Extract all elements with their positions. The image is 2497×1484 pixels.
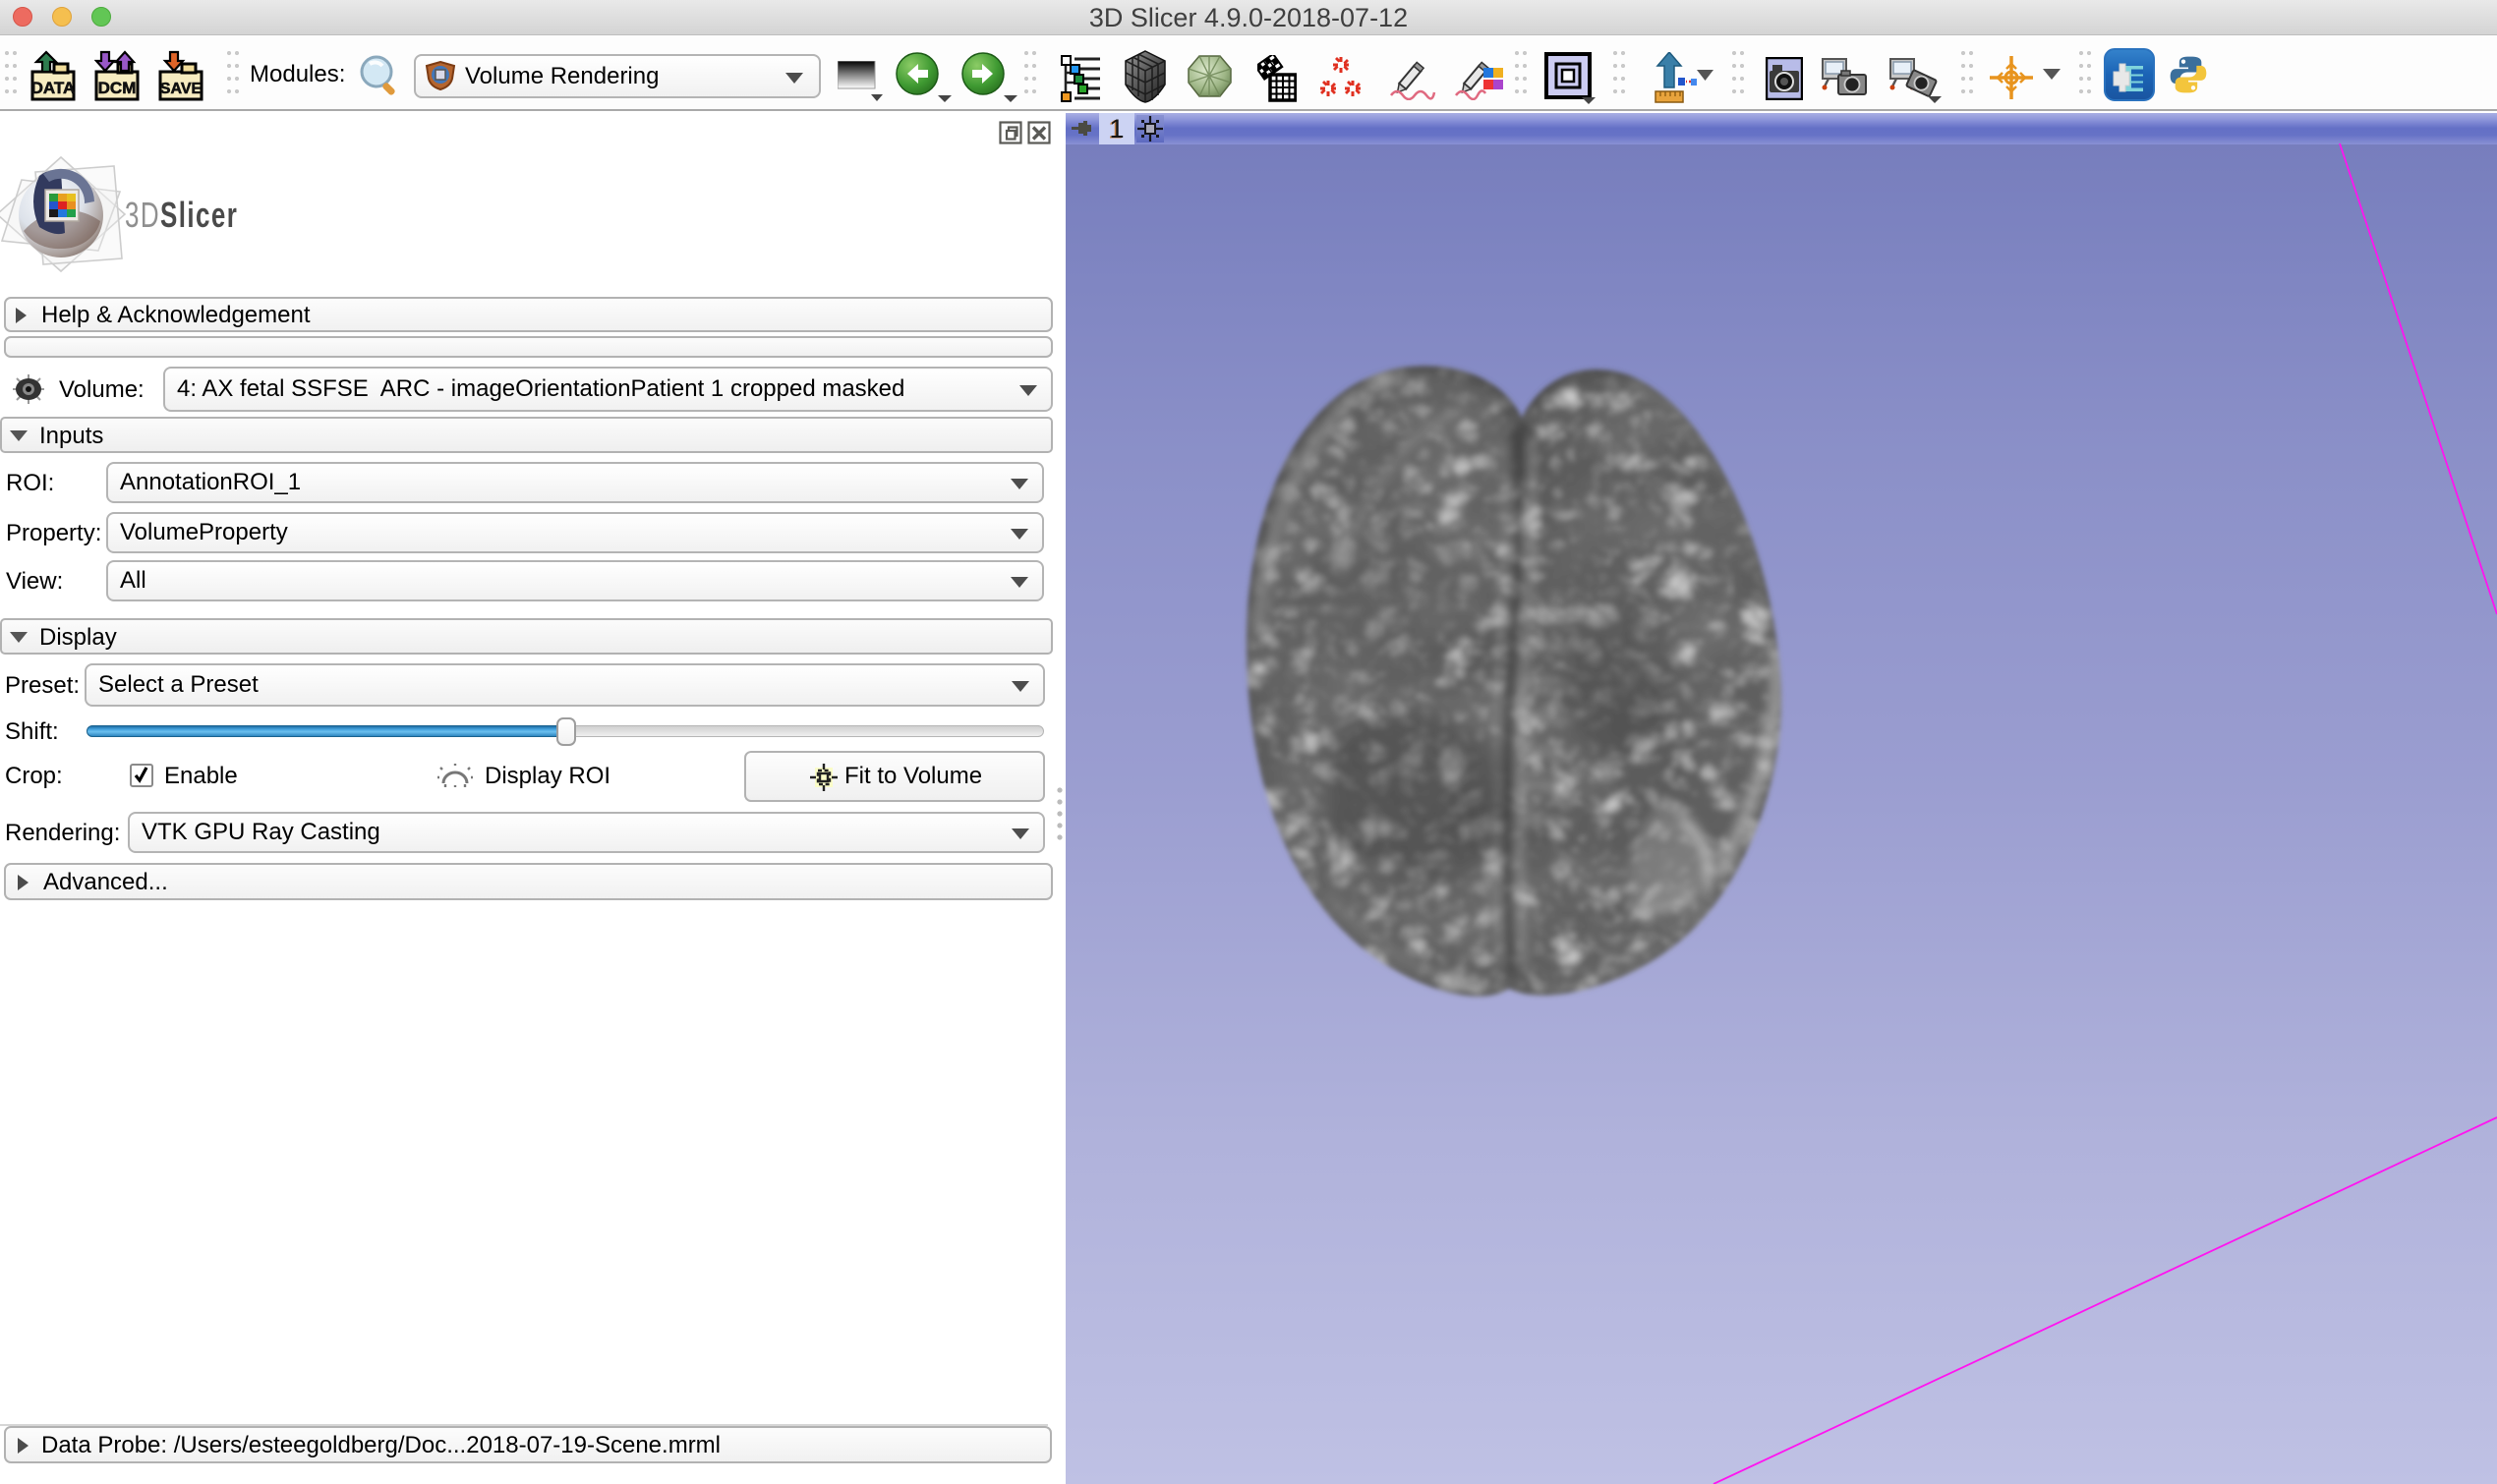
svg-text:DATA: DATA [31, 79, 76, 97]
svg-text:DCM: DCM [98, 79, 137, 97]
svg-text:SAVE: SAVE [160, 81, 203, 97]
